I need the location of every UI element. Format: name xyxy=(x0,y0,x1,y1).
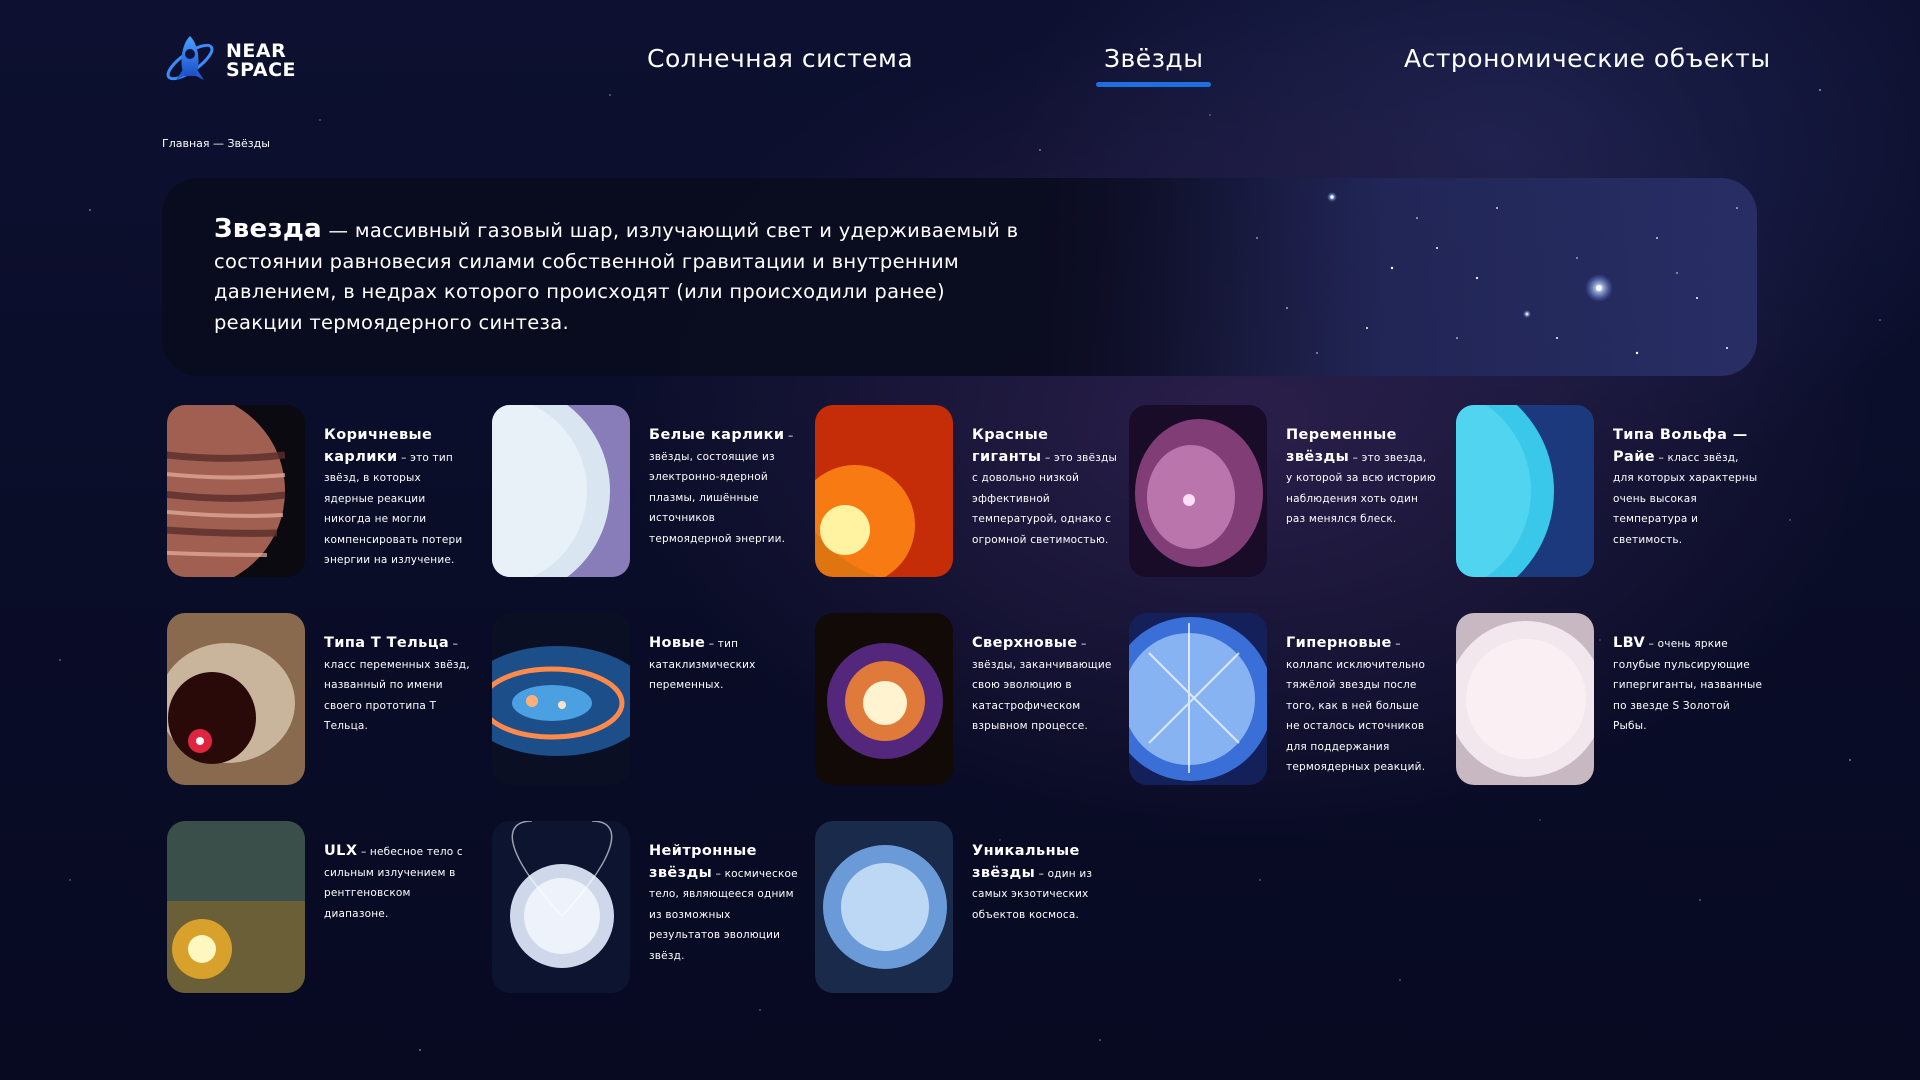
star-card-white-dwarf[interactable]: Белые карлики – звёзды, состоящие из эле… xyxy=(492,405,802,580)
logo-text: NEAR SPACE xyxy=(226,42,296,80)
supernova-image[interactable] xyxy=(815,613,953,785)
nav-solar-system[interactable]: Солнечная система xyxy=(647,44,913,73)
red-giant-image[interactable] xyxy=(815,405,953,577)
star-card-description: ULX – небесное тело с сильным излучением… xyxy=(324,841,474,924)
unique-star-image[interactable] xyxy=(815,821,953,993)
star-card-nova[interactable]: Новые – тип катаклизмических переменных. xyxy=(492,613,802,788)
star-card-description: Новые – тип катаклизмических переменных. xyxy=(649,633,799,696)
star-card-title: Типа Т Тельца xyxy=(324,635,450,651)
ulx-image[interactable] xyxy=(167,821,305,993)
star-card-neutron-star[interactable]: Нейтронные звёзды – космическое тело, яв… xyxy=(492,821,802,996)
star-card-description: LBV – очень яркие голубые пульсирующие г… xyxy=(1613,633,1763,737)
star-card-supernova[interactable]: Сверхновые – звёзды, заканчивающие свою … xyxy=(815,613,1125,788)
lbv-image[interactable] xyxy=(1456,613,1594,785)
hypernova-image[interactable] xyxy=(1129,613,1267,785)
star-card-text: – звёзды, заканчивающие свою эволюцию в … xyxy=(972,638,1112,732)
nova-image[interactable] xyxy=(492,613,630,785)
star-card-description: Типа Т Тельца – класс переменных звёзд, … xyxy=(324,633,474,737)
logo-line-2: SPACE xyxy=(226,59,296,81)
star-card-unique-star[interactable]: Уникальные звёзды – один из самых экзоти… xyxy=(815,821,1125,996)
star-card-description: Гиперновые – коллапс исключительно тяжёл… xyxy=(1286,633,1436,778)
hero-definition: Звезда — массивный газовый шар, излучающ… xyxy=(214,214,1034,338)
star-card-wolf-rayet[interactable]: Типа Вольфа — Райе – класс звёзд, для ко… xyxy=(1456,405,1766,580)
star-card-description: Коричневые карлики – это тип звёзд, в ко… xyxy=(324,425,474,571)
star-card-brown-dwarf[interactable]: Коричневые карлики – это тип звёзд, в ко… xyxy=(167,405,477,580)
star-card-ulx[interactable]: ULX – небесное тело с сильным излучением… xyxy=(167,821,477,996)
star-card-description: Белые карлики – звёзды, состоящие из эле… xyxy=(649,425,799,549)
star-card-text: – класс звёзд, для которых характерны оч… xyxy=(1613,451,1758,546)
star-card-title: ULX xyxy=(324,843,358,859)
logo[interactable]: NEAR SPACE xyxy=(162,32,296,90)
brown-dwarf-image[interactable] xyxy=(167,405,305,577)
star-card-text: – космическое тело, являющееся одним из … xyxy=(649,867,798,962)
star-card-lbv[interactable]: LBV – очень яркие голубые пульсирующие г… xyxy=(1456,613,1766,788)
star-card-red-giant[interactable]: Красные гиганты – это звёзды с довольно … xyxy=(815,405,1125,580)
breadcrumb: Главная — Звёзды xyxy=(162,137,270,150)
wolf-rayet-image[interactable] xyxy=(1456,405,1594,577)
star-card-title: Сверхновые xyxy=(972,635,1078,651)
star-card-text: – это тип звёзд, в которых ядерные реакц… xyxy=(324,451,463,567)
star-card-description: Нейтронные звёзды – космическое тело, яв… xyxy=(649,841,799,966)
star-card-description: Сверхновые – звёзды, заканчивающие свою … xyxy=(972,633,1122,737)
star-card-description: Типа Вольфа — Райе – класс звёзд, для ко… xyxy=(1613,425,1763,550)
star-card-description: Красные гиганты – это звёзды с довольно … xyxy=(972,425,1122,550)
star-card-variable-star[interactable]: Переменные звёзды – это звезда, у которо… xyxy=(1129,405,1439,580)
star-card-title: LBV xyxy=(1613,635,1646,651)
t-tauri-image[interactable] xyxy=(167,613,305,785)
star-card-title: Новые xyxy=(649,635,706,651)
variable-star-image[interactable] xyxy=(1129,405,1267,577)
star-card-text: – звёзды, состоящие из электронно-ядерно… xyxy=(649,430,794,545)
star-card-t-tauri[interactable]: Типа Т Тельца – класс переменных звёзд, … xyxy=(167,613,477,788)
star-card-hypernova[interactable]: Гиперновые – коллапс исключительно тяжёл… xyxy=(1129,613,1439,788)
hero-banner: Звезда — массивный газовый шар, излучающ… xyxy=(162,178,1757,376)
star-card-text: – коллапс исключительно тяжёлой звезды п… xyxy=(1286,638,1426,773)
star-card-title: Гиперновые xyxy=(1286,635,1392,651)
star-card-text: – это звёзды с довольно низкой эффективн… xyxy=(972,451,1117,546)
star-card-text: – класс переменных звёзд, названный по и… xyxy=(324,638,470,732)
hero-sky-image xyxy=(1137,178,1757,376)
nav-stars[interactable]: Звёзды xyxy=(1095,44,1212,87)
star-card-title: Красные гиганты xyxy=(972,427,1049,465)
star-card-text: – очень яркие голубые пульсирующие гипер… xyxy=(1613,638,1763,732)
white-dwarf-image[interactable] xyxy=(492,405,630,577)
neutron-star-image[interactable] xyxy=(492,821,630,993)
hero-term: Звезда xyxy=(214,214,323,244)
star-card-description: Переменные звёзды – это звезда, у которо… xyxy=(1286,425,1436,530)
nav-astronomical-objects[interactable]: Астрономические объекты xyxy=(1404,44,1771,73)
star-card-title: Белые карлики xyxy=(649,427,785,443)
hero-definition-text: — массивный газовый шар, излучающий свет… xyxy=(214,219,1019,334)
star-card-description: Уникальные звёзды – один из самых экзоти… xyxy=(972,841,1122,925)
rocket-logo-icon xyxy=(166,36,214,81)
